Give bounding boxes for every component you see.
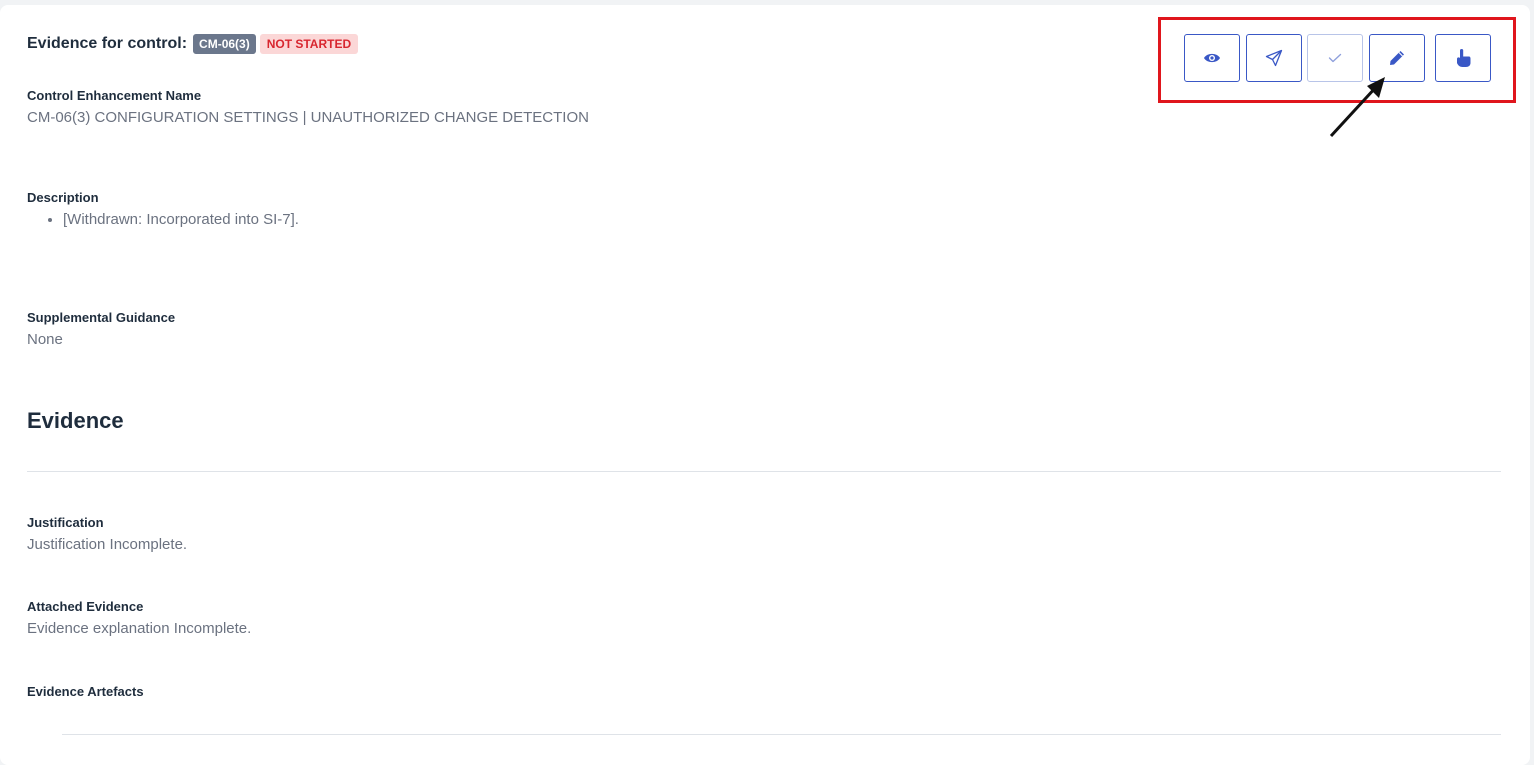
page-title: Evidence for control: (27, 35, 188, 52)
pencil-icon (1388, 49, 1406, 67)
control-id-badge: CM-06(3) (193, 34, 256, 54)
check-icon (1328, 53, 1342, 63)
description-list: [Withdrawn: Incorporated into SI-7]. (27, 211, 299, 228)
assign-button[interactable] (1435, 34, 1491, 82)
eye-icon (1203, 52, 1221, 64)
description-field: Description [Withdrawn: Incorporated int… (27, 190, 299, 228)
evidence-artefacts-field: Evidence Artefacts (27, 684, 144, 705)
evidence-artefacts-label: Evidence Artefacts (27, 684, 144, 699)
annotation-arrow (1329, 77, 1385, 138)
supplemental-guidance-label: Supplemental Guidance (27, 310, 176, 325)
description-label: Description (27, 190, 99, 205)
evidence-section-title: Evidence (27, 408, 124, 433)
supplemental-guidance-field: Supplemental Guidance None (27, 310, 175, 348)
justification-value: Justification Incomplete. (27, 536, 188, 553)
supplemental-guidance-value: None (27, 331, 63, 348)
hand-pointer-icon (1455, 48, 1471, 68)
submit-button[interactable] (1246, 34, 1302, 82)
description-item: [Withdrawn: Incorporated into SI-7]. (63, 211, 299, 228)
section-divider (27, 471, 1501, 472)
attached-evidence-field: Attached Evidence Evidence explanation I… (27, 599, 251, 637)
attached-evidence-value: Evidence explanation Incomplete. (27, 620, 252, 637)
enhancement-name-label: Control Enhancement Name (27, 88, 202, 103)
view-button[interactable] (1184, 34, 1240, 82)
enhancement-name-value: CM-06(3) CONFIGURATION SETTINGS | UNAUTH… (27, 109, 589, 126)
artefacts-divider (62, 734, 1501, 735)
justification-label: Justification (27, 515, 104, 530)
status-badge: NOT STARTED (259, 34, 359, 54)
justification-field: Justification Justification Incomplete. (27, 515, 187, 553)
evidence-header: Evidence for control: CM-06(3) NOT START… (27, 34, 359, 54)
enhancement-name-field: Control Enhancement Name CM-06(3) CONFIG… (27, 88, 589, 126)
attached-evidence-label: Attached Evidence (27, 599, 144, 614)
send-icon (1265, 49, 1283, 67)
